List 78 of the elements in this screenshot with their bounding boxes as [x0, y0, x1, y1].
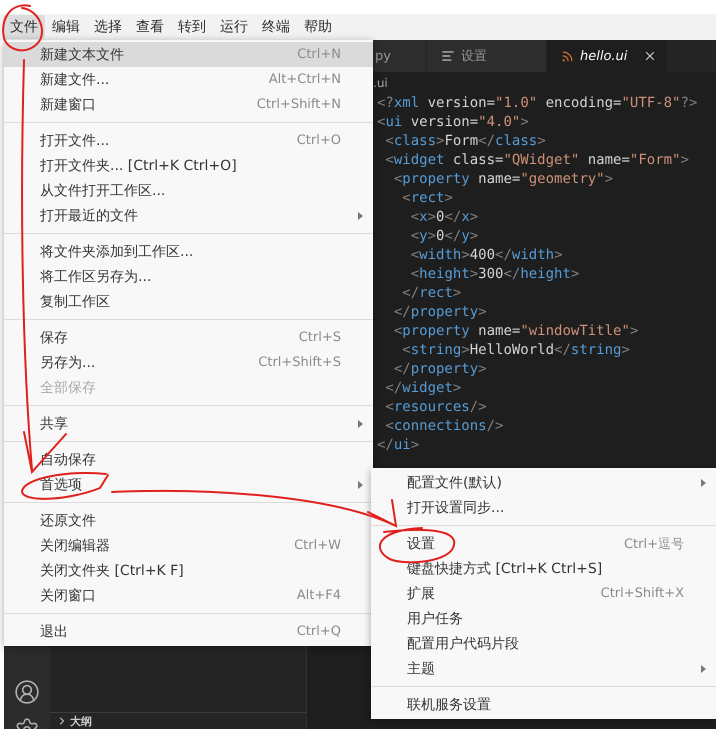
- menu-item[interactable]: 主题: [371, 656, 716, 681]
- shortcut-label: Ctrl+Shift+X: [600, 586, 684, 601]
- menu-item[interactable]: 还原文件: [4, 508, 373, 533]
- menu-bar-item[interactable]: 终端: [255, 15, 297, 39]
- submenu-arrow-icon: [358, 420, 363, 428]
- code-line: <ui version="4.0">: [377, 113, 530, 132]
- menu-bar-item[interactable]: 转到: [171, 15, 213, 39]
- code-line: <connections/>: [384, 417, 504, 436]
- submenu-arrow-icon: [358, 212, 363, 220]
- shortcut-label: Ctrl+W: [294, 538, 341, 553]
- menu-item[interactable]: 保存 Ctrl+S: [4, 325, 373, 350]
- menu-item[interactable]: 新建文本文件 Ctrl+N: [4, 42, 373, 67]
- code-line: </property>: [392, 303, 488, 322]
- menu-item[interactable]: 从文件打开工作区...: [4, 178, 373, 203]
- shortcut-label: Ctrl+Shift+S: [258, 355, 341, 370]
- code-line: <resources/>: [384, 398, 488, 417]
- shortcut-label: Ctrl+逗号: [624, 536, 684, 552]
- code-line: <y>0</y>: [410, 227, 480, 246]
- code-line: <string>HelloWorld</string>: [401, 341, 631, 360]
- menu-bar-item[interactable]: 运行: [213, 15, 255, 39]
- code-line: <property name="windowTitle">: [392, 322, 640, 341]
- menu-item[interactable]: 打开文件夹... [Ctrl+K Ctrl+O]: [4, 153, 373, 178]
- menu-bar-item[interactable]: 选择: [87, 15, 129, 39]
- menu-item[interactable]: 设置 Ctrl+逗号: [371, 531, 716, 556]
- code-line: <?xml version="1.0" encoding="UTF-8"?>: [377, 94, 698, 113]
- menu-item[interactable]: 新建窗口 Ctrl+Shift+N: [4, 92, 373, 117]
- editor-tab[interactable]: 设置: [427, 40, 547, 72]
- menu-bar-item[interactable]: 帮助: [297, 15, 339, 39]
- code-line: <width>400</width>: [410, 246, 564, 265]
- menu-item[interactable]: 首选项: [4, 472, 373, 497]
- code-line: </rect>: [401, 284, 462, 303]
- submenu-arrow-icon: [701, 664, 706, 672]
- menu-item[interactable]: 退出 Ctrl+Q: [4, 619, 373, 644]
- code-line: <class>Form</class>: [384, 132, 547, 151]
- menu-bar-item[interactable]: 文件: [3, 15, 45, 39]
- menu-item[interactable]: 键盘快捷方式 [Ctrl+K Ctrl+S]: [371, 556, 716, 581]
- menu-item[interactable]: 配置用户代码片段: [371, 631, 716, 656]
- menu-bar-item[interactable]: 编辑: [45, 15, 87, 39]
- menu-item[interactable]: 关闭编辑器 Ctrl+W: [4, 533, 373, 558]
- menu-item[interactable]: 共享: [4, 411, 373, 436]
- shortcut-label: Ctrl+N: [297, 47, 341, 62]
- code-line: <property name="geometry">: [392, 170, 614, 189]
- code-line: <x>0</x>: [410, 208, 480, 227]
- menu-item[interactable]: 用户任务: [371, 606, 716, 631]
- code-line: </property>: [392, 360, 488, 379]
- menu-item[interactable]: 复制工作区: [4, 289, 373, 314]
- menu-item[interactable]: 将文件夹添加到工作区...: [4, 239, 373, 264]
- lines-icon: [441, 49, 455, 63]
- menu-item[interactable]: 另存为... Ctrl+Shift+S: [4, 350, 373, 375]
- menu-item[interactable]: 将工作区另存为...: [4, 264, 373, 289]
- shortcut-label: Alt+Ctrl+N: [268, 72, 341, 87]
- editor-tab[interactable]: hello.ui: [547, 40, 668, 72]
- shortcut-label: Alt+F4: [296, 588, 341, 603]
- account-icon[interactable]: [14, 679, 40, 705]
- menu-item[interactable]: 扩展 Ctrl+Shift+X: [371, 581, 716, 606]
- shortcut-label: Ctrl+O: [296, 133, 341, 148]
- rss-icon: [561, 50, 574, 62]
- submenu-arrow-icon: [358, 480, 363, 488]
- code-line: <widget class="QWidget" name="Form">: [384, 151, 690, 170]
- shortcut-label: Ctrl+Q: [296, 624, 341, 639]
- code-line: </ui>: [377, 436, 420, 455]
- shortcut-label: Ctrl+Shift+N: [256, 97, 341, 112]
- menu-item[interactable]: 打开最近的文件: [4, 203, 373, 228]
- code-line: <rect>: [401, 189, 454, 208]
- code-line: <height>300</height>: [410, 265, 580, 284]
- menu-item[interactable]: 关闭窗口 Alt+F4: [4, 583, 373, 608]
- close-icon[interactable]: [643, 49, 657, 63]
- code-line: </widget>: [384, 379, 462, 398]
- menu-item[interactable]: 配置文件(默认): [371, 470, 716, 495]
- menu-item[interactable]: 联机服务设置: [371, 692, 716, 717]
- menu-bar-item[interactable]: 查看: [129, 15, 171, 39]
- outline-section-header[interactable]: 大纲: [50, 712, 306, 729]
- shortcut-label: Ctrl+S: [298, 330, 341, 345]
- menu-item[interactable]: 关闭文件夹 [Ctrl+K F]: [4, 558, 373, 583]
- submenu-arrow-icon: [701, 478, 706, 486]
- menu-item[interactable]: 打开文件... Ctrl+O: [4, 128, 373, 153]
- menu-item[interactable]: 打开设置同步...: [371, 495, 716, 520]
- menu-item[interactable]: 新建文件... Alt+Ctrl+N: [4, 67, 373, 92]
